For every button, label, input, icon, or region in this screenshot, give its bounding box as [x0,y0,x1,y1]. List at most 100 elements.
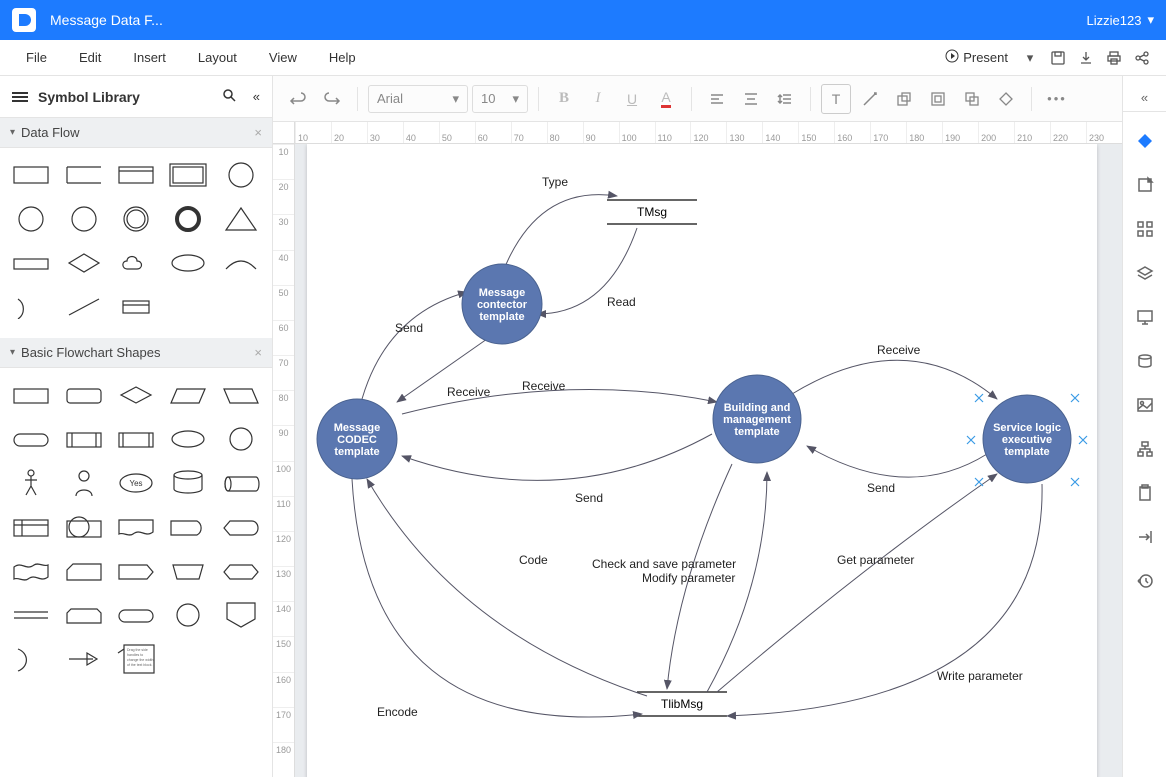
shape-double-circle[interactable] [115,202,157,236]
underline-button[interactable]: U [617,84,647,114]
shape-stadium[interactable] [115,598,157,632]
shape-cloud[interactable] [115,246,157,280]
shape-label[interactable] [115,290,157,324]
shape-delay[interactable] [167,510,209,544]
download-button[interactable] [1072,44,1100,72]
section-basic-flowchart[interactable]: ▾ Basic Flowchart Shapes × [0,338,272,368]
node-building-management[interactable]: Building andmanagementtemplate [713,375,801,463]
shape-rounded[interactable] [62,378,104,412]
shape-cut-corner[interactable] [62,598,104,632]
shape-rect-thin[interactable] [10,246,52,280]
ungroup-button[interactable] [889,84,919,114]
shape-diamond[interactable] [62,246,104,280]
search-icon[interactable] [221,87,237,106]
node-message-contector[interactable]: Messagecontectortemplate [462,264,542,344]
shape-triangle[interactable] [220,202,262,236]
shape-line[interactable] [62,290,104,324]
shape-ellipse[interactable] [167,246,209,280]
edge-type[interactable] [502,195,617,274]
history-panel-button[interactable] [1130,566,1160,596]
menu-help[interactable]: Help [313,40,372,75]
shape-internal[interactable] [10,510,52,544]
edge-receive3[interactable] [792,360,997,399]
shape-document[interactable] [115,510,157,544]
text-tool-button[interactable]: T [821,84,851,114]
tree-panel-button[interactable] [1130,434,1160,464]
shape-data2[interactable] [220,378,262,412]
shape-thick-circle[interactable] [167,202,209,236]
edge-send3[interactable] [807,446,987,477]
edge-code[interactable] [367,479,647,696]
shape-circle2[interactable] [10,202,52,236]
present-button[interactable]: Present [937,49,1016,66]
menu-file[interactable]: File [10,40,63,75]
tmsg-label[interactable]: TMsg [637,205,667,219]
shape-ellipse2[interactable] [167,422,209,456]
redo-button[interactable] [317,84,347,114]
shape-card[interactable] [62,554,104,588]
collapse-left-icon[interactable]: « [253,89,260,104]
bold-button[interactable]: B [549,84,579,114]
section-data-flow[interactable]: ▾ Data Flow × [0,118,272,148]
font-select[interactable]: Arial▾ [368,85,468,113]
shape-display[interactable] [220,510,262,544]
shape-connector[interactable] [167,598,209,632]
tlibmsg-label[interactable]: TlibMsg [661,697,703,711]
close-icon[interactable]: × [254,345,262,360]
shape-process[interactable] [10,378,52,412]
shape-yes[interactable]: Yes [115,466,157,500]
insert-panel-button[interactable] [1130,170,1160,200]
print-button[interactable] [1100,44,1128,72]
fill-button[interactable] [991,84,1021,114]
canvas-viewport[interactable]: TMsg TlibMsg Type Read [295,144,1122,777]
export-panel-button[interactable] [1130,522,1160,552]
shape-curve[interactable] [220,246,262,280]
save-button[interactable] [1044,44,1072,72]
presentation-panel-button[interactable] [1130,302,1160,332]
shape-circle3[interactable] [62,202,104,236]
edge-send1[interactable] [362,292,467,399]
align-h-button[interactable] [702,84,732,114]
font-color-button[interactable]: A [651,84,681,114]
canvas-paper[interactable]: TMsg TlibMsg Type Read [307,144,1097,777]
collapse-right-icon[interactable]: « [1123,84,1166,112]
node-message-codec[interactable]: MessageCODECtemplate [317,399,397,479]
shape-manual-op[interactable] [167,554,209,588]
shape-storage[interactable] [220,466,262,500]
shape-circle-sm[interactable] [220,422,262,456]
shape-tape[interactable] [10,554,52,588]
document-title[interactable]: Message Data F... [50,12,1087,28]
shape-rect[interactable] [10,158,52,192]
shape-predefined[interactable] [62,422,104,456]
layers-panel-button[interactable] [1130,258,1160,288]
menu-layout[interactable]: Layout [182,40,253,75]
menu-view[interactable]: View [253,40,313,75]
more-button[interactable]: ••• [1042,84,1072,114]
connector-button[interactable] [855,84,885,114]
shape-pentagon[interactable] [115,554,157,588]
shape-lines[interactable] [10,598,52,632]
shape-preparation[interactable] [220,554,262,588]
present-dropdown[interactable]: ▾ [1016,44,1044,72]
shape-circle[interactable] [220,158,262,192]
shape-arrow[interactable] [62,642,104,676]
apps-panel-button[interactable] [1130,214,1160,244]
menu-edit[interactable]: Edit [63,40,117,75]
data-panel-button[interactable] [1130,346,1160,376]
edge-send2[interactable] [402,434,712,480]
style-panel-button[interactable] [1130,126,1160,156]
edge-encode[interactable] [352,479,642,717]
menu-insert[interactable]: Insert [117,40,182,75]
shape-user[interactable] [62,466,104,500]
shape-person[interactable] [10,466,52,500]
shape-decision[interactable] [115,378,157,412]
shape-arc[interactable] [10,642,52,676]
clipboard-panel-button[interactable] [1130,478,1160,508]
node-service-logic[interactable]: Service logicexecutivetemplate [967,394,1087,486]
shape-subprocess[interactable] [115,422,157,456]
arrange-button[interactable] [957,84,987,114]
line-spacing-button[interactable] [770,84,800,114]
user-menu[interactable]: Lizzie123 ▾ [1087,12,1154,28]
shape-terminator[interactable] [10,422,52,456]
shape-database[interactable] [167,466,209,500]
